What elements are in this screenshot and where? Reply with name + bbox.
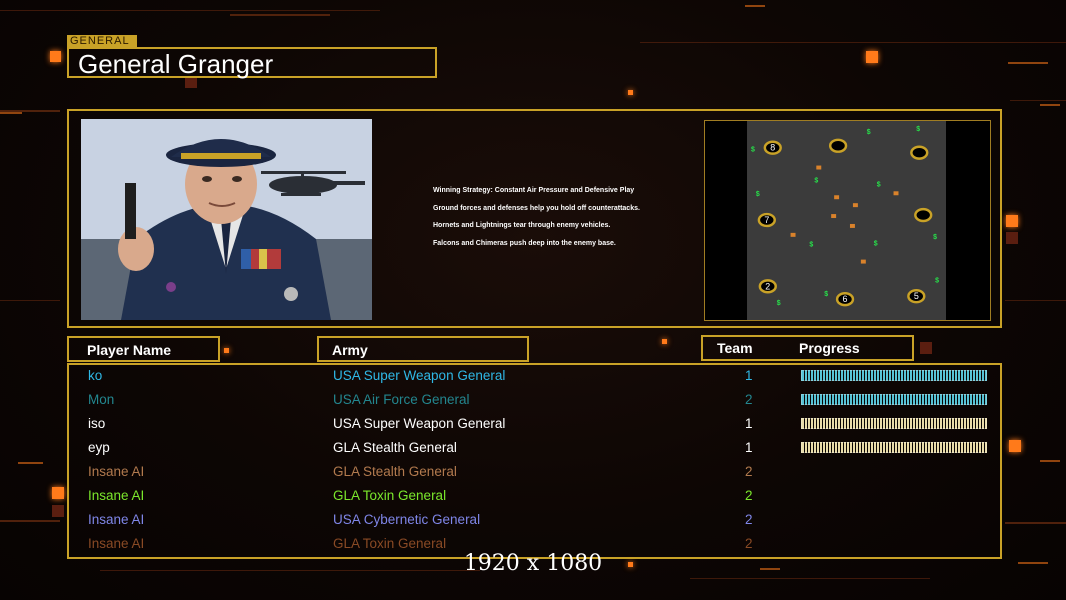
player-name: Insane AI (88, 488, 145, 503)
player-team: 1 (745, 416, 753, 431)
player-name: Insane AI (88, 536, 145, 551)
player-name-header: Player Name (67, 336, 220, 362)
svg-text:$: $ (824, 291, 828, 298)
player-army: GLA Stealth General (333, 440, 457, 455)
team-label: Team (717, 340, 753, 356)
svg-text:$: $ (933, 234, 937, 241)
player-army: USA Super Weapon General (333, 368, 506, 383)
svg-text:$: $ (814, 177, 818, 184)
svg-text:$: $ (916, 126, 920, 133)
general-title: General Granger (78, 49, 274, 79)
progress-label: Progress (799, 340, 860, 356)
start-label: 5 (914, 291, 919, 301)
general-portrait (81, 119, 372, 320)
player-team: 1 (745, 440, 753, 455)
player-team: 2 (745, 512, 753, 527)
player-army: GLA Stealth General (333, 464, 457, 479)
player-army: USA Air Force General (333, 392, 470, 407)
general-info-panel: Winning Strategy: Constant Air Pressure … (67, 109, 1002, 328)
svg-text:$: $ (877, 181, 881, 188)
player-row: eyp GLA Stealth General 1 (69, 437, 1000, 461)
strategy-text: Winning Strategy: Constant Air Pressure … (433, 187, 733, 257)
start-label: 2 (765, 281, 770, 291)
progress-bar (801, 442, 987, 453)
strategy-line: Falcons and Chimeras push deep into the … (433, 239, 616, 247)
svg-text:$: $ (756, 191, 760, 198)
player-row: Mon USA Air Force General 2 (69, 389, 1000, 413)
progress-bar (801, 394, 987, 405)
svg-text:$: $ (935, 277, 939, 284)
svg-text:$: $ (751, 147, 755, 154)
player-army: USA Super Weapon General (333, 416, 506, 431)
strategy-line: Ground forces and defenses help you hold… (433, 204, 640, 212)
player-name: Insane AI (88, 464, 145, 479)
player-row: Insane AI GLA Toxin General 2 (69, 485, 1000, 509)
start-label: 6 (843, 294, 848, 304)
progress-bar (801, 418, 987, 429)
player-row: Insane AI USA Cybernetic General 2 (69, 509, 1000, 533)
player-row: Insane AI GLA Stealth General 2 (69, 461, 1000, 485)
player-name: Mon (88, 392, 115, 407)
resolution-label: 1920 x 1080 (463, 551, 603, 576)
player-team: 2 (745, 488, 753, 503)
strategy-line: Hornets and Lightnings tear through enem… (433, 222, 611, 230)
player-team: 2 (745, 392, 753, 407)
svg-text:$: $ (867, 129, 871, 136)
svg-text:$: $ (874, 241, 878, 248)
map-preview[interactable]: 8 7 2 6 5 $ $ $ $ $ $ $ $ $ $ $ $ (704, 120, 991, 321)
player-army: GLA Toxin General (333, 488, 447, 503)
player-army: USA Cybernetic General (333, 512, 481, 527)
player-name: iso (88, 416, 106, 431)
player-name: ko (88, 368, 103, 383)
svg-text:$: $ (777, 300, 781, 307)
player-name: eyp (88, 440, 110, 455)
team-progress-header: Team Progress (701, 335, 914, 361)
player-team: 1 (745, 368, 753, 383)
start-label: 7 (764, 215, 769, 225)
player-team: 2 (745, 464, 753, 479)
army-label: Army (332, 342, 368, 358)
start-label: 8 (770, 143, 775, 153)
army-header: Army (317, 336, 529, 362)
progress-bar (801, 370, 987, 381)
svg-text:$: $ (809, 242, 813, 249)
player-list: ko USA Super Weapon General 1 Mon USA Air Fo… (67, 363, 1002, 559)
player-team: 2 (745, 536, 753, 551)
title-box: General Granger (67, 47, 437, 79)
strategy-line: Winning Strategy: Constant Air Pressure … (433, 187, 635, 194)
player-row: iso USA Super Weapon General 1 (69, 413, 1000, 437)
player-name: Insane AI (88, 512, 145, 527)
player-name-label: Player Name (87, 342, 172, 358)
player-army: GLA Toxin General (333, 536, 447, 551)
player-row: ko USA Super Weapon General 1 (69, 365, 1000, 389)
